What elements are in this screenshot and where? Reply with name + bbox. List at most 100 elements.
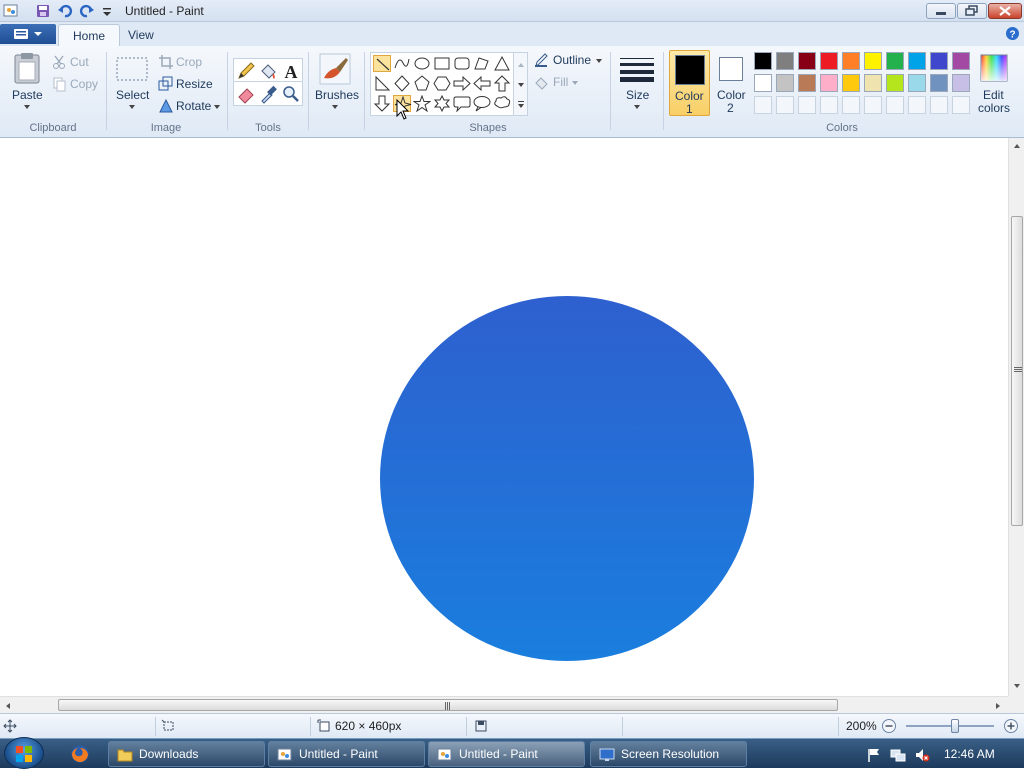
vertical-scrollbar[interactable] <box>1008 138 1024 696</box>
taskbar-item-screen-resolution[interactable]: Screen Resolution <box>590 741 747 767</box>
shape-oval[interactable] <box>413 55 431 72</box>
palette-color-swatch[interactable] <box>908 52 926 70</box>
scroll-down-arrow-icon[interactable] <box>1012 682 1022 690</box>
palette-custom-slot[interactable] <box>930 96 948 114</box>
shape-hexagon[interactable] <box>433 75 451 92</box>
help-icon[interactable]: ? <box>1005 26 1020 41</box>
palette-custom-slot[interactable] <box>842 96 860 114</box>
volume-muted-icon[interactable] <box>914 747 930 763</box>
shape-line[interactable] <box>373 55 391 72</box>
horizontal-scrollbar[interactable] <box>0 696 1008 713</box>
zoom-slider-thumb[interactable] <box>951 719 959 733</box>
canvas-area[interactable] <box>0 138 1008 696</box>
restore-button[interactable] <box>957 3 987 19</box>
zoom-out-icon[interactable] <box>881 718 897 734</box>
action-center-flag-icon[interactable] <box>866 747 882 763</box>
firefox-icon[interactable] <box>70 744 90 764</box>
palette-color-swatch[interactable] <box>952 74 970 92</box>
palette-color-swatch[interactable] <box>820 52 838 70</box>
scroll-right-arrow-icon[interactable] <box>994 701 1002 711</box>
palette-color-swatch[interactable] <box>842 74 860 92</box>
text-tool-icon[interactable]: A <box>281 61 301 81</box>
palette-custom-slot[interactable] <box>864 96 882 114</box>
edit-colors-button[interactable]: Edit colors <box>976 52 1012 116</box>
scroll-left-arrow-icon[interactable] <box>4 701 12 711</box>
taskbar-item-paint-1[interactable]: Untitled - Paint <box>268 741 425 767</box>
palette-color-swatch[interactable] <box>842 52 860 70</box>
color-2-button[interactable]: Color 2 <box>712 50 752 116</box>
shape-oval-callout[interactable] <box>473 95 491 112</box>
shape-down-arrow[interactable] <box>373 95 391 112</box>
zoom-slider-track[interactable] <box>906 725 994 727</box>
palette-color-swatch[interactable] <box>886 52 904 70</box>
shape-triangle[interactable] <box>493 55 511 72</box>
zoom-in-icon[interactable] <box>1003 718 1019 734</box>
start-button[interactable] <box>4 737 44 769</box>
shape-rounded-callout[interactable] <box>453 95 471 113</box>
palette-color-swatch[interactable] <box>776 74 794 92</box>
palette-color-swatch[interactable] <box>798 74 816 92</box>
pencil-icon[interactable] <box>236 61 256 81</box>
palette-color-swatch[interactable] <box>930 52 948 70</box>
save-icon[interactable] <box>35 3 51 19</box>
palette-color-swatch[interactable] <box>886 74 904 92</box>
shape-rounded-rectangle[interactable] <box>453 55 471 72</box>
palette-color-swatch[interactable] <box>776 52 794 70</box>
taskbar-item-paint-2[interactable]: Untitled - Paint <box>428 741 585 767</box>
cut-button[interactable]: Cut <box>52 54 104 72</box>
customize-quick-access-icon[interactable] <box>99 3 115 19</box>
magnifier-icon[interactable] <box>281 84 301 104</box>
shapes-gallery-scroll[interactable] <box>513 53 527 115</box>
paint-app-icon[interactable] <box>3 3 19 19</box>
paste-button[interactable]: Paste <box>8 52 46 114</box>
color-1-button[interactable]: Color 1 <box>669 50 710 116</box>
resize-button[interactable]: Resize <box>158 76 222 94</box>
horizontal-scroll-thumb[interactable] <box>58 699 838 711</box>
fill-button[interactable]: Fill <box>533 74 593 92</box>
palette-custom-slot[interactable] <box>952 96 970 114</box>
shape-polygon[interactable] <box>473 55 491 72</box>
minimize-button[interactable] <box>926 3 956 19</box>
shape-right-arrow[interactable] <box>453 75 471 92</box>
select-button[interactable]: Select <box>112 52 152 114</box>
shape-rectangle[interactable] <box>433 55 451 72</box>
size-button[interactable]: Size <box>616 52 658 114</box>
palette-custom-slot[interactable] <box>886 96 904 114</box>
eraser-icon[interactable] <box>236 84 256 104</box>
scroll-up-arrow-icon[interactable] <box>1012 142 1022 150</box>
palette-color-swatch[interactable] <box>864 52 882 70</box>
shape-curve[interactable] <box>393 55 411 72</box>
tab-view[interactable]: View <box>114 24 168 46</box>
brushes-button[interactable]: Brushes <box>312 52 359 114</box>
rotate-button[interactable]: Rotate <box>158 98 224 116</box>
palette-custom-slot[interactable] <box>820 96 838 114</box>
tab-home[interactable]: Home <box>58 24 121 46</box>
outline-button[interactable]: Outline <box>533 52 605 70</box>
shape-pentagon[interactable] <box>413 75 431 92</box>
palette-custom-slot[interactable] <box>908 96 926 114</box>
palette-color-swatch[interactable] <box>798 52 816 70</box>
palette-custom-slot[interactable] <box>754 96 772 114</box>
close-button[interactable] <box>988 3 1022 19</box>
shape-six-point-star[interactable] <box>433 94 451 113</box>
shape-diamond[interactable] <box>393 75 411 92</box>
shape-left-arrow[interactable] <box>473 75 491 92</box>
shape-right-triangle[interactable] <box>373 75 391 92</box>
shape-cloud-callout[interactable] <box>493 95 511 112</box>
palette-color-swatch[interactable] <box>952 52 970 70</box>
vertical-scroll-thumb[interactable] <box>1011 216 1023 526</box>
undo-icon[interactable] <box>57 3 73 19</box>
palette-color-swatch[interactable] <box>930 74 948 92</box>
paint-menu-button[interactable] <box>0 24 56 44</box>
taskbar-item-downloads[interactable]: Downloads <box>108 741 265 767</box>
copy-button[interactable]: Copy <box>52 76 104 94</box>
palette-color-swatch[interactable] <box>864 74 882 92</box>
fill-bucket-icon[interactable] <box>258 61 278 81</box>
palette-color-swatch[interactable] <box>820 74 838 92</box>
shape-up-arrow[interactable] <box>493 75 511 92</box>
palette-custom-slot[interactable] <box>776 96 794 114</box>
crop-button[interactable]: Crop <box>158 54 222 72</box>
network-icon[interactable] <box>890 747 906 763</box>
palette-color-swatch[interactable] <box>754 52 772 70</box>
color-picker-icon[interactable] <box>258 84 278 104</box>
